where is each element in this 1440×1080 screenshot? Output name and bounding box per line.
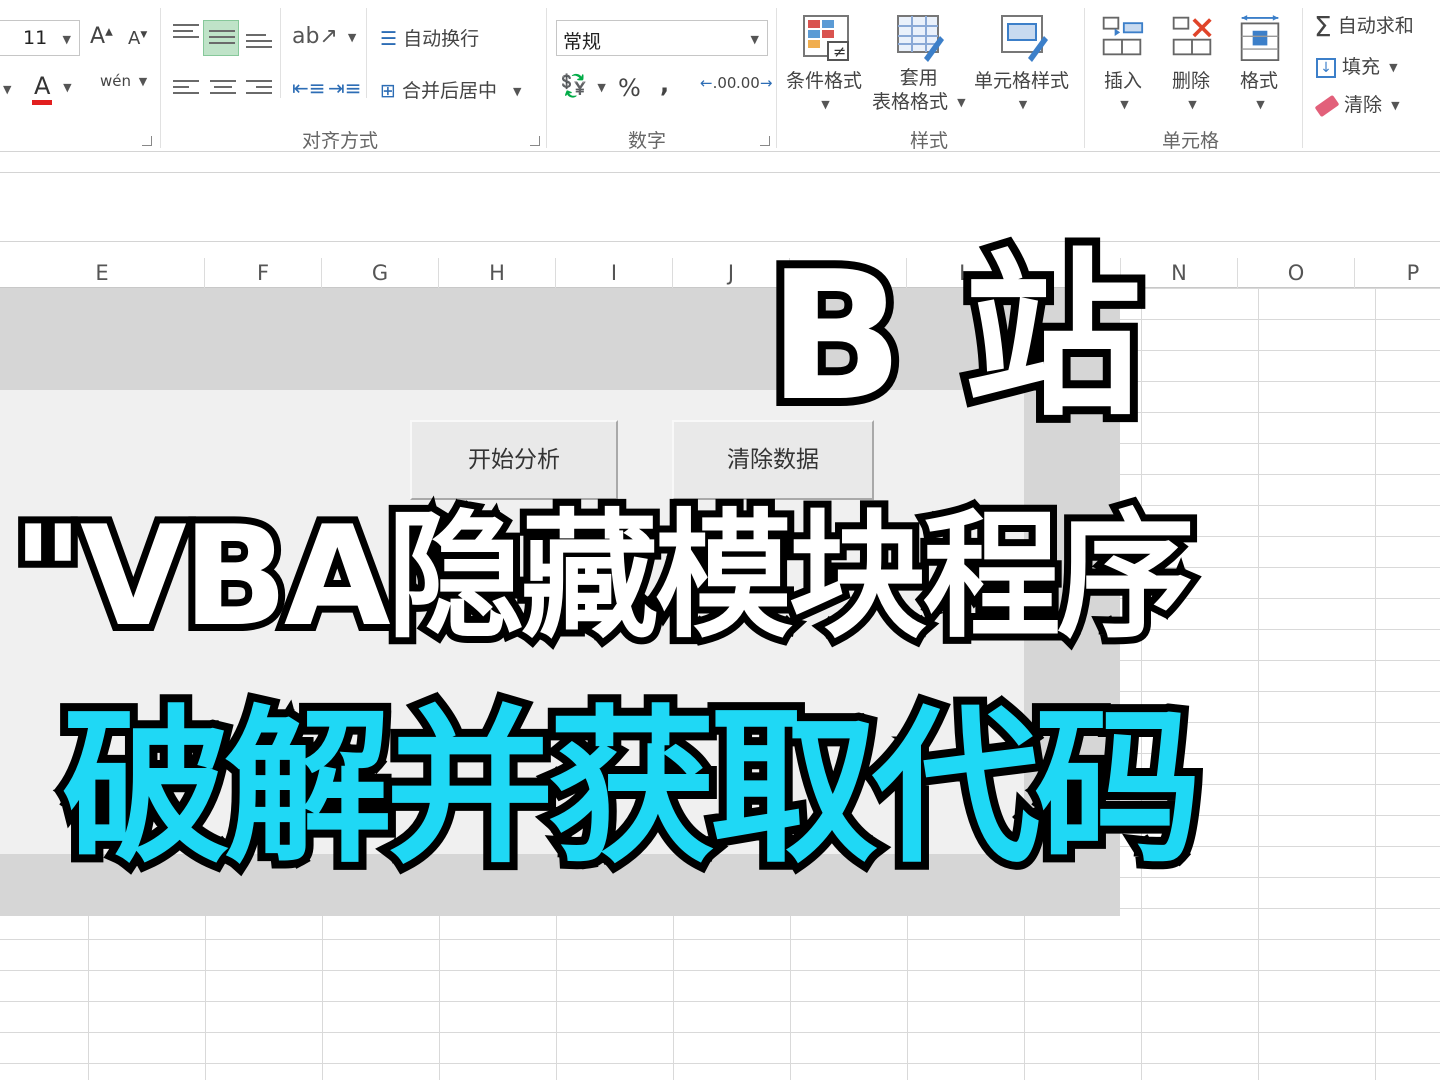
chevron-down-icon: ▼ (138, 74, 148, 88)
formula-bar[interactable] (0, 172, 1440, 242)
title-line-1: "VBA隐藏模块程序 (5, 496, 1202, 657)
align-top-icon[interactable] (173, 24, 199, 44)
column-header-G[interactable]: G (322, 258, 439, 288)
conditional-formatting-button[interactable]: 条件格式 ▼ (786, 66, 862, 115)
fill-color-button[interactable]: ▼ (0, 78, 11, 100)
sigma-icon: Σ (1314, 10, 1332, 43)
number-format-value: 常规 (563, 31, 602, 53)
wrap-text-icon: ☰ (380, 28, 398, 50)
chevron-down-icon: ▼ (1018, 98, 1028, 111)
chevron-down-icon: ▼ (63, 80, 72, 94)
chevron-down-icon: ▼ (1256, 98, 1265, 111)
format-as-table-button[interactable]: 套用 表格格式 ▼ (872, 66, 966, 115)
wrap-text-button[interactable]: ☰ 自动换行 (380, 24, 479, 51)
orientation-button[interactable]: ab↗ ▼ (292, 24, 356, 49)
column-header-P[interactable]: P (1355, 258, 1440, 288)
title-line-2: 破解并获取代码 (54, 690, 1210, 886)
decrease-indent-icon: ⇤≡ (292, 76, 326, 100)
styles-group-label: 样式 (910, 130, 949, 152)
format-cells-button[interactable]: 格式 ▼ (1240, 66, 1278, 115)
chevron-down-icon: ▼ (957, 95, 966, 109)
chevron-down-icon: ▼ (347, 30, 357, 44)
grow-font-button[interactable]: A▲ (90, 24, 113, 49)
chevron-down-icon: ▼ (1391, 99, 1400, 112)
font-size-value: 11 (23, 27, 48, 49)
alignment-group-label: 对齐方式 (302, 130, 379, 152)
group-separator (1302, 8, 1303, 148)
delete-cells-button[interactable]: 删除 ▼ (1172, 66, 1210, 115)
align-right-icon[interactable] (246, 80, 272, 100)
format-as-table-icon[interactable] (896, 14, 944, 62)
align-bottom-icon[interactable] (246, 34, 272, 54)
decrease-decimal-button[interactable]: .00→ (736, 74, 773, 92)
comma-style-button[interactable]: , (660, 70, 669, 98)
chevron-down-icon: ▼ (62, 33, 71, 46)
number-dialog-launcher[interactable] (760, 136, 770, 146)
chevron-down-icon: ▼ (1188, 98, 1197, 111)
column-header-H[interactable]: H (439, 258, 556, 288)
group-separator (546, 8, 547, 148)
format-cells-icon[interactable] (1238, 14, 1282, 64)
phonetic-button[interactable]: wén ▼ (100, 74, 147, 89)
merge-cells-icon: ⊞ (380, 80, 396, 102)
insert-cells-button[interactable]: 插入 ▼ (1104, 66, 1142, 115)
merge-center-button[interactable]: ⊞ 合并后居中 ▼ (380, 76, 522, 103)
group-separator (776, 8, 777, 148)
start-analysis-button[interactable]: 开始分析 (410, 420, 618, 500)
group-separator (160, 8, 161, 148)
align-middle-button[interactable] (203, 20, 239, 56)
percent-button[interactable]: % (618, 74, 641, 102)
align-middle-icon (209, 30, 235, 50)
conditional-formatting-icon[interactable]: ≠ (802, 14, 850, 62)
align-left-icon[interactable] (173, 80, 199, 100)
increase-indent-icon: ⇥≡ (328, 76, 362, 100)
insert-cells-icon[interactable] (1100, 14, 1144, 58)
align-center-icon[interactable] (210, 80, 236, 100)
decrease-indent-button[interactable]: ⇤≡ (292, 76, 326, 100)
chevron-down-icon: ▼ (597, 80, 606, 94)
chevron-down-icon: ▼ (750, 33, 759, 46)
cell-styles-icon[interactable] (1000, 14, 1048, 62)
group-separator (366, 8, 367, 98)
text-orientation-icon: ab↗ (292, 24, 338, 49)
column-header-E[interactable]: E (0, 258, 205, 288)
font-color-icon: A (32, 72, 53, 105)
shrink-font-button[interactable]: A▼ (128, 28, 147, 49)
column-headers: E F G H I J K L M N O P (0, 258, 1440, 288)
chevron-down-icon: ▼ (1389, 61, 1398, 74)
eraser-icon (1314, 94, 1340, 117)
phonetic-icon: wén (100, 72, 132, 90)
number-group-label: 数字 (628, 130, 667, 152)
delete-cells-icon[interactable] (1170, 14, 1214, 58)
font-size-combo[interactable]: 11 ▼ (0, 20, 80, 56)
font-dialog-launcher[interactable] (142, 136, 152, 146)
chevron-down-icon: ▼ (1120, 98, 1129, 111)
chevron-down-icon: ▼ (513, 85, 522, 98)
increase-decimal-button[interactable]: ←.00 (700, 74, 736, 92)
accounting-icon: 💱 (560, 74, 588, 99)
column-header-I[interactable]: I (556, 258, 673, 288)
column-header-F[interactable]: F (205, 258, 322, 288)
svg-text:≠: ≠ (833, 42, 846, 61)
increase-indent-button[interactable]: ⇥≡ (328, 76, 362, 100)
increase-decimal-icon: ← (700, 74, 713, 92)
cell-styles-button[interactable]: 单元格样式 ▼ (974, 66, 1069, 115)
number-format-combo[interactable]: 常规 ▼ (556, 20, 768, 56)
fill-button[interactable]: ↓ 填充 ▼ (1316, 52, 1398, 79)
group-separator (1084, 8, 1085, 148)
chevron-down-icon: ▼ (3, 83, 12, 96)
brand-watermark: B站 (760, 233, 1202, 440)
group-separator (280, 8, 281, 98)
clear-button[interactable]: 清除 ▼ (1314, 90, 1400, 117)
fill-down-icon: ↓ (1316, 57, 1336, 78)
font-color-button[interactable]: A ▼ (32, 72, 72, 105)
chevron-down-icon: ▼ (821, 98, 830, 111)
column-header-O[interactable]: O (1238, 258, 1355, 288)
autosum-button[interactable]: Σ 自动求和 (1314, 10, 1414, 43)
ribbon: 11 ▼ A▲ A▼ ▼ A ▼ wén ▼ ab↗ ▼ ⇤≡ ⇥≡ ☰ 自动换… (0, 0, 1440, 152)
alignment-dialog-launcher[interactable] (530, 136, 540, 146)
decrease-decimal-icon: → (759, 74, 773, 92)
cells-group-label: 单元格 (1162, 130, 1220, 152)
accounting-format-button[interactable]: 💱 ▼ (560, 74, 606, 99)
